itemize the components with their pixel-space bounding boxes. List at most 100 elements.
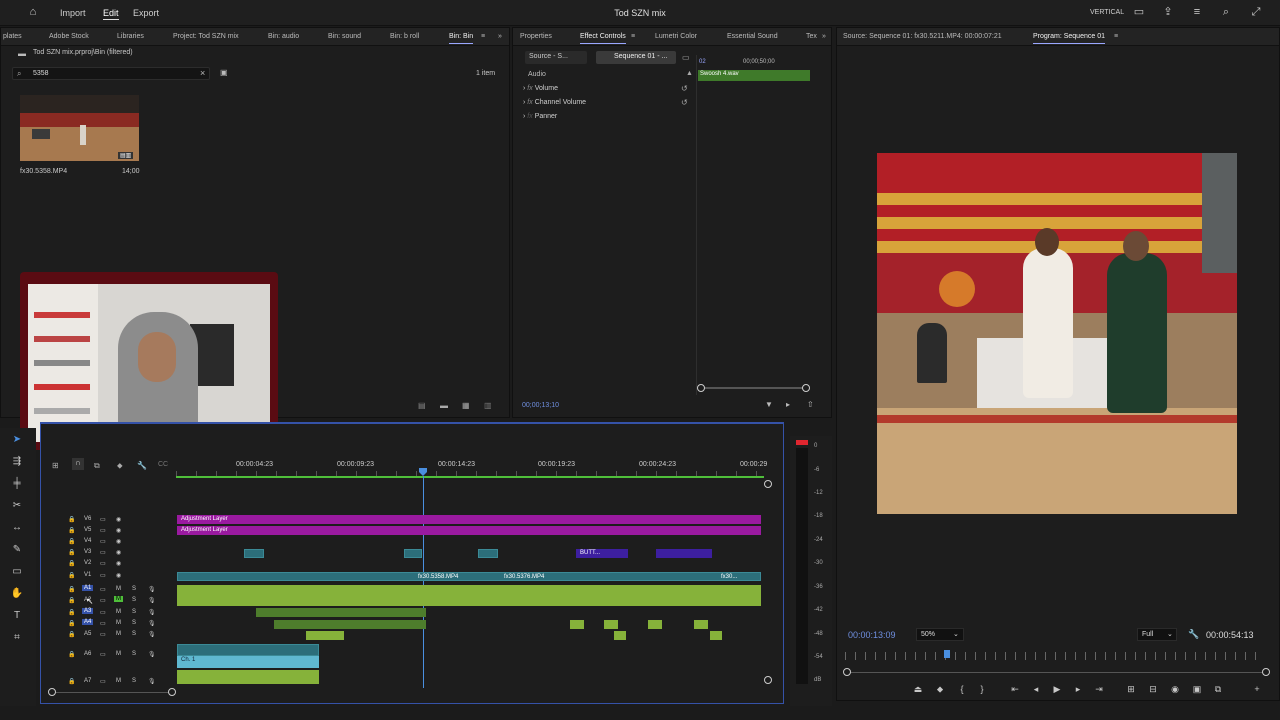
clip-thumbnail[interactable]: ▤▥ [20, 95, 139, 161]
source-selector[interactable]: Source - S... [525, 51, 587, 64]
new-item-icon[interactable]: ▦ [462, 401, 470, 410]
workspace-label[interactable]: VERTICAL [1090, 9, 1124, 16]
compare-icon[interactable]: ▣ [1191, 683, 1203, 695]
track-label-v1[interactable]: V1 [84, 572, 91, 578]
tabs-overflow-icon[interactable]: » [498, 33, 502, 40]
go-to-in-icon[interactable]: ⇤ [1009, 683, 1021, 695]
v1-track-clips[interactable]: fx30.5358.MP4 fx30.5376.MP4 fx30... [177, 572, 761, 581]
tab-text[interactable]: Tex [806, 33, 817, 40]
tab-lumetri[interactable]: Lumetri Color [655, 33, 697, 40]
hamburger-icon[interactable]: ≡ [1191, 6, 1203, 18]
hand-icon[interactable]: ✋ [10, 587, 24, 601]
track-label-a4[interactable]: A4 [82, 619, 94, 625]
new-folder-icon[interactable]: ▬ [440, 401, 448, 410]
program-playhead[interactable] [944, 650, 950, 658]
razor-icon[interactable]: ✂ [10, 499, 24, 513]
nest-icon[interactable]: ⊞ [52, 461, 59, 470]
search-icon[interactable]: ⌕ [1220, 6, 1232, 18]
search-field[interactable]: ⌕ 5358 × [12, 67, 210, 80]
tab-project[interactable]: Project: Tod SZN mix [173, 33, 239, 40]
work-area-bar[interactable] [176, 476, 764, 478]
program-menu-icon[interactable]: ≡ [1114, 33, 1118, 40]
list-view-icon[interactable]: ▤ [418, 401, 426, 410]
a3-audio-clip[interactable] [256, 608, 426, 617]
a4-sfx-clip[interactable] [648, 620, 662, 629]
linked-icon[interactable]: ⧉ [94, 461, 100, 471]
a5-audio-clip[interactable] [306, 631, 344, 640]
share-icon[interactable]: ⇪ [1162, 6, 1174, 18]
tab-adobe-stock[interactable]: Adobe Stock [49, 33, 89, 40]
track-label-a3[interactable]: A3 [82, 608, 94, 614]
search-input[interactable]: 5358 [33, 70, 49, 77]
a2-audio-clip[interactable] [177, 596, 761, 606]
add-marker-icon[interactable]: ⬥ [117, 461, 123, 471]
v3-text-clip[interactable] [656, 549, 712, 558]
selection-tool-icon[interactable]: ➤ [10, 433, 24, 447]
v3-text-clip[interactable]: BUTT... [576, 549, 628, 558]
tab-bin-broll[interactable]: Bin: b roll [390, 33, 419, 40]
ec-zoom-handle-right[interactable] [802, 384, 810, 392]
step-back-icon[interactable]: ◂ [1030, 683, 1042, 695]
program-zoom-left[interactable] [843, 668, 851, 676]
track-label-a1[interactable]: A1 [82, 585, 94, 591]
track-label-v3[interactable]: V3 [84, 549, 91, 555]
track-label-v5[interactable]: V5 [84, 527, 91, 533]
wrench-icon[interactable]: 🔧 [137, 461, 147, 470]
sequence-selector[interactable]: Sequence 01 - ... [596, 51, 676, 64]
menu-export[interactable]: Export [133, 8, 159, 18]
tab-effect-menu-icon[interactable]: ≡ [631, 33, 635, 40]
menu-edit[interactable]: Edit [103, 8, 119, 20]
quality-select[interactable]: Full ⌄ [1137, 628, 1177, 641]
tab-bin-sound[interactable]: Bin: sound [328, 33, 361, 40]
a4-audio-clip[interactable] [274, 620, 426, 629]
snap-icon[interactable]: ∩ [72, 458, 84, 470]
tabs-overflow-icon[interactable]: » [822, 33, 826, 40]
home-icon[interactable]: ⌂ [27, 6, 39, 18]
ec-zoom-bar[interactable] [702, 387, 806, 389]
export-icon[interactable]: ⇧ [807, 400, 814, 409]
add-button-icon[interactable]: + [1251, 683, 1263, 695]
wrench-icon[interactable]: 🔧 [1188, 629, 1199, 640]
step-forward-icon[interactable]: ▸ [1072, 683, 1084, 695]
program-video-frame[interactable] [877, 153, 1237, 514]
effect-channel-volume[interactable]: › fx Channel Volume [523, 99, 586, 106]
tab-effect-controls[interactable]: Effect Controls [580, 33, 626, 44]
overwrite-icon[interactable]: ⊟ [1147, 683, 1159, 695]
pen-icon[interactable]: ✎ [10, 543, 24, 557]
captions-icon[interactable]: CC [158, 461, 168, 468]
tab-program[interactable]: Program: Sequence 01 [1033, 33, 1105, 44]
insert-icon[interactable]: ⊞ [1125, 683, 1137, 695]
tab-libraries[interactable]: Libraries [117, 33, 144, 40]
panel-toggle-icon[interactable]: ▭ [682, 53, 690, 62]
program-ruler[interactable] [845, 652, 1265, 660]
a5-sfx-clip[interactable] [614, 631, 626, 640]
adjustment-layer-clip[interactable]: Adjustment Layer [177, 515, 761, 524]
track-label-a7[interactable]: A7 [84, 678, 91, 684]
tab-menu-icon[interactable]: ≡ [481, 33, 485, 40]
track-label-a6[interactable]: A6 [84, 651, 91, 657]
marker-icon[interactable]: ⬥ [934, 683, 946, 695]
a1-audio-clip[interactable] [177, 585, 761, 596]
collapse-icon[interactable]: ▲ [686, 70, 693, 77]
tab-plates[interactable]: plates [3, 33, 22, 40]
zoom-select[interactable]: 50% ⌄ [916, 628, 964, 641]
track-label-v2[interactable]: V2 [84, 560, 91, 566]
a6-clip[interactable] [177, 644, 319, 656]
tab-bin-audio[interactable]: Bin: audio [268, 33, 299, 40]
program-timecode-current[interactable]: 00:00:13:09 [848, 630, 896, 640]
tab-essential-sound[interactable]: Essential Sound [727, 33, 778, 40]
program-zoom-right[interactable] [1262, 668, 1270, 676]
camera-icon[interactable]: ◉ [1169, 683, 1181, 695]
tab-properties[interactable]: Properties [520, 33, 552, 40]
caption-icon[interactable]: ⌗ [10, 631, 24, 645]
reset-channel-volume-icon[interactable]: ↺ [681, 98, 688, 107]
ripple-edit-icon[interactable]: ╪ [10, 477, 24, 491]
go-to-out-icon[interactable]: ⇥ [1093, 683, 1105, 695]
a4-sfx-clip[interactable] [694, 620, 708, 629]
timeline-zoom-right[interactable] [168, 688, 176, 696]
slip-icon[interactable]: ↔ [10, 521, 24, 535]
vr-icon[interactable]: ⧉ [1212, 683, 1224, 695]
mark-in-icon[interactable]: { [956, 683, 968, 695]
a7-audio-clip[interactable] [177, 670, 319, 684]
play-icon[interactable]: ▶ [1051, 683, 1063, 695]
